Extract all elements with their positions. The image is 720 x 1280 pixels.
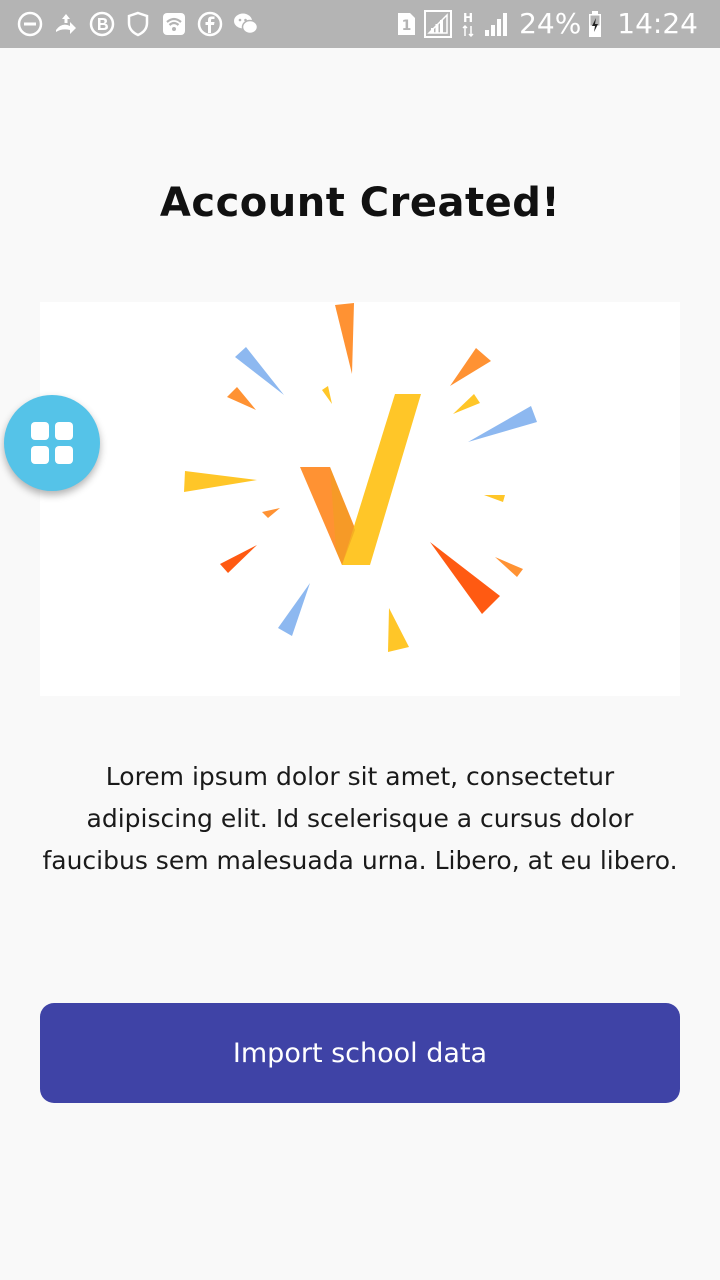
shield-icon (127, 11, 149, 37)
burst-shard (468, 406, 537, 442)
check-right-stroke (342, 394, 421, 565)
burst-shard (278, 583, 310, 636)
signal-icon-1 (424, 10, 453, 38)
wifi-icon (163, 13, 185, 35)
status-right-icons: 1 H 24% 14:24 (395, 6, 698, 42)
celebration-check-graphic (184, 303, 537, 652)
grid-icon (31, 422, 73, 464)
burst-shard (262, 508, 280, 518)
svg-text:1: 1 (402, 18, 412, 34)
floating-menu-button[interactable] (4, 395, 100, 491)
status-left-icons (16, 10, 268, 38)
burst-shard (450, 348, 491, 386)
burst-shard (484, 495, 505, 502)
wechat-icon (234, 13, 259, 35)
facebook-icon (197, 11, 223, 37)
signal-icon-2 (485, 13, 508, 36)
burst-shard (430, 542, 500, 614)
burst-shard (235, 347, 284, 395)
status-bar: 1 H 24% 14:24 (0, 0, 720, 48)
sim-icon: 1 (398, 13, 416, 35)
import-school-data-button[interactable]: Import school data (40, 1003, 680, 1103)
burst-shard (495, 557, 523, 577)
svg-text:H: H (463, 11, 473, 25)
burst-shard (220, 545, 257, 573)
page-title: Account Created! (159, 180, 561, 226)
description-text: Lorem ipsum dolor sit amet, consectetur … (42, 762, 678, 875)
burst-shard (453, 394, 480, 414)
burst-shard (388, 608, 409, 652)
clock: 14:24 (617, 7, 698, 40)
burst-shard (335, 303, 354, 374)
burst-shard (184, 471, 257, 492)
dnd-icon (17, 11, 43, 37)
success-illustration (40, 302, 680, 696)
burst-shard (227, 387, 256, 410)
battery-icon (589, 11, 602, 37)
data-transfer-icon (56, 14, 76, 34)
b-icon (89, 11, 115, 37)
burst-shard (322, 386, 332, 404)
network-type-icon: H (462, 11, 474, 38)
battery-percent: 24% (519, 7, 582, 40)
